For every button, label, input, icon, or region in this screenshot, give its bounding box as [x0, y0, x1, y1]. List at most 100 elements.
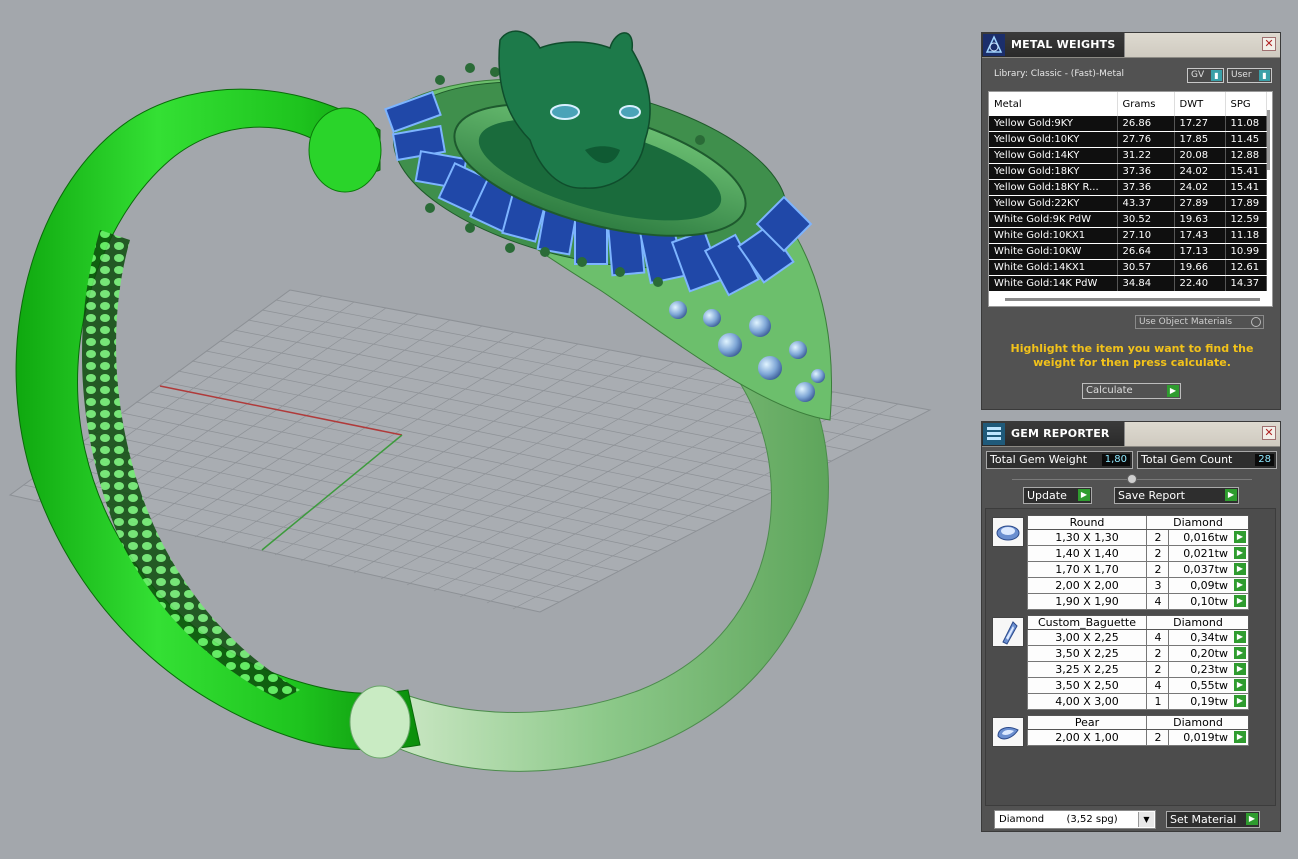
gem-reporter-titlebar[interactable]: GEM REPORTER ✕ — [982, 422, 1280, 447]
metal-cell: Yellow Gold:22KY — [989, 195, 1118, 212]
column-header-grams[interactable]: Grams — [1117, 92, 1175, 116]
gem-material-label: Diamond — [1146, 616, 1249, 629]
gem-size-row[interactable]: 1,70 X 1,70 2 0,037tw ▶ — [1027, 562, 1249, 578]
use-object-materials-label: Use Object Materials — [1139, 317, 1233, 327]
user-select[interactable]: User ▮ — [1227, 68, 1272, 83]
gem-size-row[interactable]: 3,50 X 2,50 4 0,55tw ▶ — [1027, 678, 1249, 694]
gem-size-row[interactable]: 2,00 X 2,00 3 0,09tw ▶ — [1027, 578, 1249, 594]
metal-weights-table[interactable]: Metal Grams DWT SPG Yellow Gold:9KY 26.86… — [988, 91, 1273, 307]
table-row[interactable]: Yellow Gold:22KY 43.37 27.89 17.89 — [989, 195, 1267, 212]
table-row[interactable]: White Gold:14K PdW 34.84 22.40 14.37 — [989, 275, 1267, 292]
table-row[interactable]: Yellow Gold:18KY 37.36 24.02 15.41 — [989, 163, 1267, 180]
select-arrow-icon[interactable]: ▶ — [1234, 679, 1246, 691]
table-row[interactable]: Yellow Gold:14KY 31.22 20.08 12.88 — [989, 147, 1267, 164]
gem-size-row[interactable]: 2,00 X 1,00 2 0,019tw ▶ — [1027, 730, 1249, 746]
gv-select[interactable]: GV ▮ — [1187, 68, 1224, 83]
grams-cell: 37.36 — [1117, 179, 1175, 196]
gem-size: 4,00 X 3,00 — [1055, 695, 1119, 708]
gem-size-row[interactable]: 3,00 X 2,25 4 0,34tw ▶ — [1027, 630, 1249, 646]
select-arrow-icon[interactable]: ▶ — [1234, 531, 1246, 543]
select-arrow-icon[interactable]: ▶ — [1234, 647, 1246, 659]
spg-cell: 15.41 — [1225, 163, 1267, 180]
gem-size-row[interactable]: 3,50 X 2,25 2 0,20tw ▶ — [1027, 646, 1249, 662]
metal-cell: White Gold:10KX1 — [989, 227, 1118, 244]
close-icon[interactable]: ✕ — [1262, 426, 1276, 440]
update-button-label: Update — [1027, 489, 1067, 502]
set-material-button-label: Set Material — [1170, 813, 1237, 826]
viewport-canvas[interactable] — [0, 0, 975, 859]
select-arrow-icon[interactable]: ▶ — [1234, 547, 1246, 559]
spg-cell: 11.45 — [1225, 131, 1267, 148]
gem-group-header: Custom_Baguette Diamond — [1027, 615, 1249, 630]
select-arrow-icon[interactable]: ▶ — [1234, 563, 1246, 575]
metal-cell: White Gold:9K PdW — [989, 211, 1118, 228]
pear-gem-icon[interactable] — [992, 717, 1024, 747]
table-row[interactable]: Yellow Gold:10KY 27.76 17.85 11.45 — [989, 131, 1267, 148]
column-header-dwt[interactable]: DWT — [1174, 92, 1226, 116]
gem-size-row[interactable]: 4,00 X 3,00 1 0,19tw ▶ — [1027, 694, 1249, 710]
grams-cell: 31.22 — [1117, 147, 1175, 164]
baguette-gem-icon[interactable] — [992, 617, 1024, 647]
column-header-spg[interactable]: SPG — [1225, 92, 1267, 116]
close-icon[interactable]: ✕ — [1262, 37, 1276, 51]
select-arrow-icon[interactable]: ▶ — [1234, 579, 1246, 591]
gem-size-row[interactable]: 1,30 X 1,30 2 0,016tw ▶ — [1027, 530, 1249, 546]
metal-weights-logo-icon — [983, 34, 1005, 56]
column-header-metal[interactable]: Metal — [989, 92, 1118, 116]
dwt-cell: 17.27 — [1174, 116, 1226, 132]
table-row[interactable]: White Gold:10KX1 27.10 17.43 11.18 — [989, 227, 1267, 244]
gem-count: 4 — [1146, 594, 1169, 609]
select-arrow-icon[interactable]: ▶ — [1234, 695, 1246, 707]
gem-reporter-title: GEM REPORTER — [1011, 427, 1110, 440]
select-arrow-icon[interactable]: ▶ — [1234, 663, 1246, 675]
table-row[interactable]: White Gold:14KX1 30.57 19.66 12.61 — [989, 259, 1267, 276]
gem-reporter-logo-icon — [983, 423, 1005, 445]
dwt-cell: 17.13 — [1174, 243, 1226, 260]
use-object-materials-toggle[interactable]: Use Object Materials — [1135, 315, 1264, 329]
gem-count: 1 — [1146, 694, 1169, 709]
gv-select-arrow-icon: ▮ — [1211, 70, 1222, 81]
gem-weight: 0,20tw — [1168, 646, 1230, 661]
table-row[interactable]: White Gold:10KW 26.64 17.13 10.99 — [989, 243, 1267, 260]
select-arrow-icon[interactable]: ▶ — [1234, 731, 1246, 743]
chevron-down-icon: ▼ — [1138, 812, 1154, 827]
calculate-button-label: Calculate — [1086, 385, 1133, 396]
metal-weights-panel: METAL WEIGHTS ✕ Library: Classic - (Fast… — [981, 32, 1281, 410]
update-button[interactable]: Update ▶ — [1023, 487, 1092, 504]
table-vertical-scrollbar[interactable] — [1267, 110, 1270, 170]
gem-size-row[interactable]: 3,25 X 2,25 2 0,23tw ▶ — [1027, 662, 1249, 678]
dwt-cell: 19.63 — [1174, 211, 1226, 228]
metal-weights-titlebar[interactable]: METAL WEIGHTS ✕ — [982, 33, 1280, 58]
table-row[interactable]: Yellow Gold:9KY 26.86 17.27 11.08 — [989, 116, 1267, 132]
material-select[interactable]: Diamond (3,52 spg) ▼ — [994, 810, 1156, 829]
gem-weight: 0,55tw — [1168, 678, 1230, 693]
select-arrow-icon[interactable]: ▶ — [1234, 595, 1246, 607]
gem-weight: 0,23tw — [1168, 662, 1230, 677]
gem-size: 3,25 X 2,25 — [1055, 663, 1119, 676]
table-horizontal-scrollbar[interactable] — [1005, 298, 1260, 301]
save-report-button[interactable]: Save Report ▶ — [1114, 487, 1239, 504]
round-gem-icon[interactable] — [992, 517, 1024, 547]
gem-size: 3,00 X 2,25 — [1055, 631, 1119, 644]
dwt-cell: 27.89 — [1174, 195, 1226, 212]
gem-report-list[interactable]: Round Diamond 1,30 X 1,30 2 0,016tw ▶ 1,40 … — [985, 508, 1276, 806]
gem-shape-label: Custom_Baguette — [1037, 616, 1137, 629]
gem-count: 3 — [1146, 578, 1169, 593]
total-gem-weight-value: 1,80 — [1101, 454, 1130, 466]
dwt-cell: 19.66 — [1174, 259, 1226, 276]
table-row[interactable]: White Gold:9K PdW 30.52 19.63 12.59 — [989, 211, 1267, 228]
gem-size: 1,30 X 1,30 — [1055, 531, 1119, 544]
metal-cell: White Gold:14KX1 — [989, 259, 1118, 276]
select-arrow-icon[interactable]: ▶ — [1234, 631, 1246, 643]
splitter-handle[interactable] — [1127, 474, 1137, 484]
3d-viewport[interactable] — [0, 0, 975, 859]
gem-weight: 0,10tw — [1168, 594, 1230, 609]
set-material-button[interactable]: Set Material ▶ — [1166, 811, 1260, 828]
gem-size-row[interactable]: 1,90 X 1,90 4 0,10tw ▶ — [1027, 594, 1249, 610]
gem-size-row[interactable]: 1,40 X 1,40 2 0,021tw ▶ — [1027, 546, 1249, 562]
calculate-button[interactable]: Calculate ▶ — [1082, 383, 1181, 399]
gem-count: 2 — [1146, 546, 1169, 561]
table-row[interactable]: Yellow Gold:18KY R... 37.36 24.02 15.41 — [989, 179, 1267, 196]
user-select-label: User — [1231, 70, 1252, 80]
metal-cell: Yellow Gold:18KY R... — [989, 179, 1118, 196]
